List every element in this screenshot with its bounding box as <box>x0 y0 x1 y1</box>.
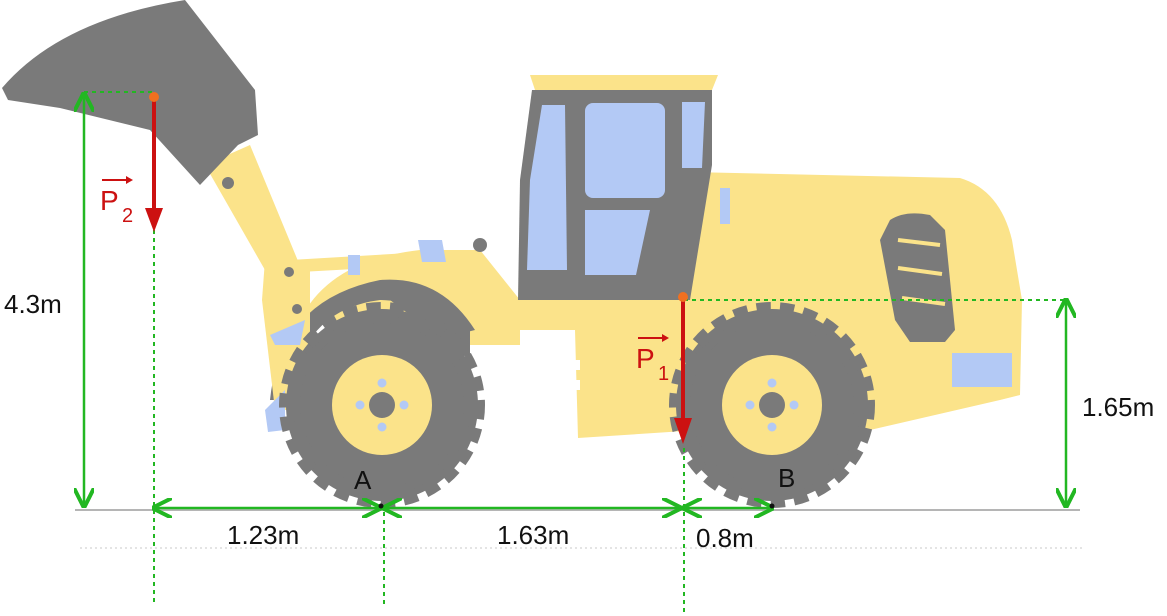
vector-arrow-p2 <box>126 176 133 184</box>
force-p1-subscript: 1 <box>658 363 669 385</box>
point-b-marker <box>769 503 775 509</box>
linkage-block-2 <box>418 240 446 262</box>
force-p2-label: P 2 <box>100 176 133 227</box>
dim-a-to-p1-label: 1.63m <box>497 520 569 550</box>
loader-free-body-diagram: P 2 P 1 A B 4.3m 1.65m 1.23m 1.63m 0.8m <box>0 0 1167 616</box>
bucket-pin <box>222 177 234 189</box>
access-steps <box>530 340 580 390</box>
linkage-pin <box>473 238 487 252</box>
force-p2-application-point <box>149 92 159 102</box>
arm-pin-2 <box>292 304 302 314</box>
cab-window-top <box>585 103 665 198</box>
rear-light <box>952 353 1012 387</box>
force-p2-letter: P <box>100 185 119 216</box>
dim-height-p1-label: 1.65m <box>1082 392 1154 422</box>
rear-bolt <box>745 400 755 410</box>
bucket <box>2 0 258 185</box>
arm-pin-1 <box>284 267 294 277</box>
rear-bolt <box>767 422 777 432</box>
force-p1-letter: P <box>636 343 655 374</box>
front-bolt <box>377 422 387 432</box>
front-hub <box>369 392 395 418</box>
rear-wheel <box>669 302 875 508</box>
force-p2-arrowhead <box>145 208 163 232</box>
point-a-marker <box>378 503 384 509</box>
side-light <box>720 188 730 224</box>
dim-p2-to-a-label: 1.23m <box>227 520 299 550</box>
point-b-label: B <box>778 463 795 493</box>
diagram-canvas: P 2 P 1 A B 4.3m 1.65m 1.23m 1.63m 0.8m <box>2 0 1154 616</box>
point-a-label: A <box>354 465 372 495</box>
force-p1-application-point <box>678 292 688 302</box>
front-wheel <box>279 302 485 508</box>
dim-p1-to-b-label: 0.8m <box>696 523 754 553</box>
front-bolt <box>377 378 387 388</box>
rear-bolt <box>789 400 799 410</box>
front-bolt <box>355 400 365 410</box>
cab-window-right <box>682 102 705 168</box>
dim-height-p2-label: 4.3m <box>4 289 62 319</box>
force-p2-subscript: 2 <box>122 205 133 227</box>
rear-bolt <box>767 378 777 388</box>
cab-roof <box>530 75 718 90</box>
front-bolt <box>399 400 409 410</box>
rear-hub <box>759 392 785 418</box>
linkage-block <box>348 255 360 275</box>
